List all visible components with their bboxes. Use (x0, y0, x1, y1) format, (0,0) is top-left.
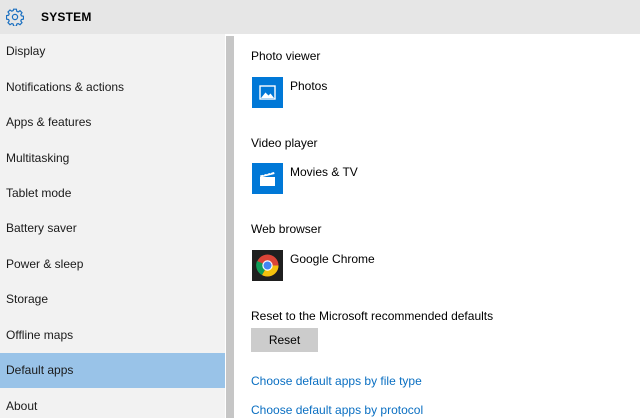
web-browser-app-tile[interactable] (252, 250, 283, 281)
sidebar: Display Notifications & actions Apps & f… (0, 34, 225, 418)
title-bar: SYSTEM (0, 0, 640, 34)
photo-viewer-app-name[interactable]: Photos (290, 79, 327, 93)
movies-tv-icon (252, 163, 283, 194)
sidebar-item-default-apps[interactable]: Default apps (0, 353, 225, 388)
chrome-icon (252, 250, 283, 281)
video-player-label: Video player (251, 136, 318, 150)
page-title: SYSTEM (41, 10, 92, 24)
sidebar-item-display[interactable]: Display (0, 34, 225, 69)
web-browser-app-name[interactable]: Google Chrome (290, 252, 375, 266)
settings-window: SYSTEM Display Notifications & actions A… (0, 0, 640, 418)
sidebar-item-about[interactable]: About (0, 389, 225, 418)
photos-icon (252, 77, 283, 108)
sidebar-item-apps-features[interactable]: Apps & features (0, 105, 225, 140)
web-browser-label: Web browser (251, 222, 322, 236)
sidebar-item-power-sleep[interactable]: Power & sleep (0, 247, 225, 282)
choose-by-file-type-link[interactable]: Choose default apps by file type (251, 374, 422, 388)
sidebar-scrollbar-thumb[interactable] (226, 36, 234, 418)
reset-label: Reset to the Microsoft recommended defau… (251, 309, 494, 323)
gear-icon (5, 8, 25, 27)
photo-viewer-app-tile[interactable] (252, 77, 283, 108)
sidebar-item-multitasking[interactable]: Multitasking (0, 141, 225, 176)
main-content: Photo viewer Photos Video player Movies … (235, 34, 640, 418)
video-player-app-tile[interactable] (252, 163, 283, 194)
choose-by-protocol-link[interactable]: Choose default apps by protocol (251, 403, 423, 417)
sidebar-item-notifications-actions[interactable]: Notifications & actions (0, 70, 225, 105)
sidebar-item-battery-saver[interactable]: Battery saver (0, 211, 225, 246)
sidebar-item-storage[interactable]: Storage (0, 282, 225, 317)
video-player-app-name[interactable]: Movies & TV (290, 165, 358, 179)
sidebar-item-tablet-mode[interactable]: Tablet mode (0, 176, 225, 211)
sidebar-item-offline-maps[interactable]: Offline maps (0, 318, 225, 353)
photo-viewer-label: Photo viewer (251, 49, 321, 63)
reset-button[interactable]: Reset (251, 328, 318, 352)
